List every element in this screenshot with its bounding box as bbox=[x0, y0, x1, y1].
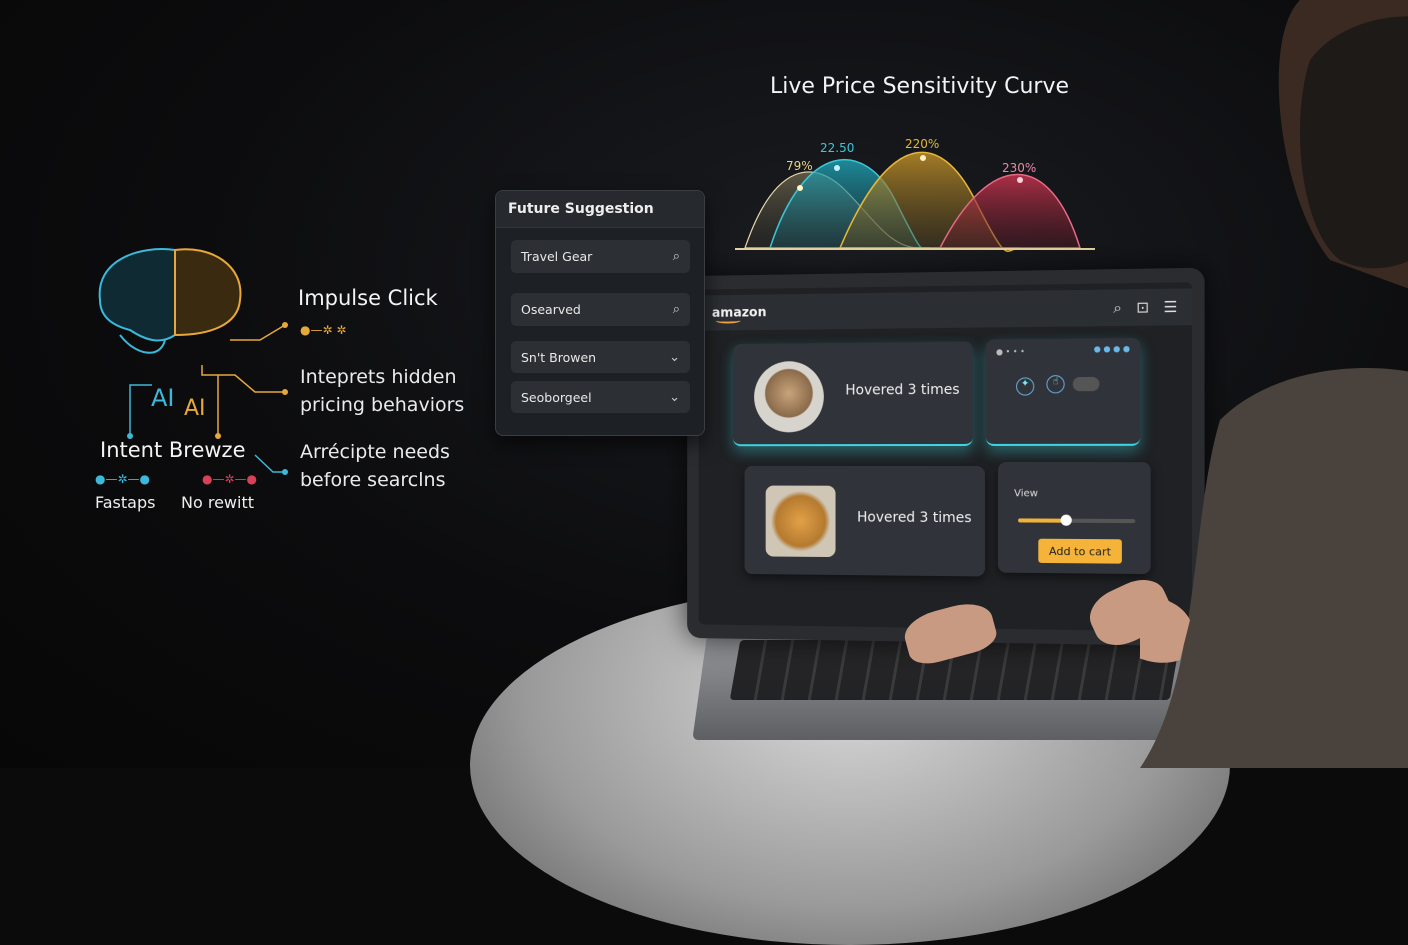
future-suggestion-panel: Future Suggestion Travel Gear ⌕ Osearved ⌕… bbox=[495, 190, 705, 436]
suggestion-dropdown[interactable]: Seoborgeel ⌄ bbox=[511, 381, 690, 413]
hover-count: Hovered 3 times bbox=[857, 509, 972, 527]
store-logo[interactable]: amazon bbox=[711, 301, 767, 324]
anticipate-text: Arrécipte needs before searclns bbox=[300, 438, 450, 494]
view-label: View bbox=[1014, 488, 1039, 500]
view-slider[interactable] bbox=[1018, 514, 1136, 526]
label-4: 230% bbox=[1002, 161, 1036, 175]
anticipate-line-2: before searclns bbox=[300, 469, 446, 491]
chart-title: Live Price Sensitivity Curve bbox=[770, 74, 1070, 99]
point-3 bbox=[920, 155, 926, 161]
search-icon[interactable]: ⌕ bbox=[673, 302, 680, 317]
label-3: 220% bbox=[905, 137, 939, 151]
hover-count: Hovered 3 times bbox=[845, 381, 960, 399]
slider-thumb[interactable] bbox=[1060, 514, 1072, 526]
person-silhouette bbox=[1140, 0, 1408, 768]
field-label: Travel Gear bbox=[521, 249, 593, 264]
chevron-down-icon[interactable]: ⌄ bbox=[669, 390, 680, 405]
suggestion-field[interactable]: Osearved ⌕ bbox=[511, 293, 690, 326]
pointer-icon[interactable]: ☝ bbox=[1046, 375, 1065, 394]
label-1: 79% bbox=[786, 159, 813, 173]
product-image bbox=[754, 360, 824, 433]
interprets-text: Inteprets hidden pricing behaviors bbox=[300, 363, 464, 419]
point-2 bbox=[834, 165, 840, 171]
toggle-switch[interactable] bbox=[1072, 376, 1100, 392]
price-curve-chart: 79% 22.50 220% 230% bbox=[735, 137, 1095, 252]
search-icon[interactable]: ⌕ bbox=[673, 249, 680, 264]
tap-connector-icon: ●—✲—● bbox=[95, 472, 150, 486]
spark-icon: ●—✲ ✲ bbox=[300, 323, 346, 337]
status-dots-icon: ● ● ● ● bbox=[1093, 344, 1131, 354]
interprets-line-1: Inteprets hidden bbox=[300, 366, 457, 388]
field-label: Sn't Browen bbox=[521, 349, 597, 365]
intent-heading: Intent Brewze bbox=[100, 438, 246, 462]
view-card: View Add to cart bbox=[997, 462, 1151, 575]
label-2: 22.50 bbox=[820, 141, 854, 155]
store-header: amazon ⌕ ⊡ ☰ bbox=[698, 288, 1193, 331]
sparkle-icon[interactable]: ✦ bbox=[1016, 377, 1035, 396]
slider-fill bbox=[1018, 518, 1065, 523]
fast-taps-label: Fastaps bbox=[95, 493, 156, 512]
widget-card: ● • • • ● ● ● ● ✦ ☝ bbox=[985, 337, 1141, 446]
field-label: Osearved bbox=[521, 302, 581, 317]
chevron-down-icon[interactable]: ⌄ bbox=[669, 350, 680, 365]
anticipate-line-1: Arrécipte needs bbox=[300, 441, 450, 463]
interprets-line-2: pricing behaviors bbox=[300, 394, 465, 416]
product-image bbox=[765, 485, 836, 558]
panel-title: Future Suggestion bbox=[496, 191, 704, 228]
product-card-2[interactable]: Hovered 3 times bbox=[744, 465, 985, 577]
search-icon[interactable]: ⌕ bbox=[1113, 299, 1122, 317]
field-label: Seoborgeel bbox=[521, 389, 592, 405]
logo-text: amazon bbox=[711, 305, 767, 321]
ai-label-blue: AI bbox=[151, 384, 175, 412]
pager-dots-icon: ● • • • bbox=[995, 347, 1025, 357]
point-4 bbox=[1017, 177, 1023, 183]
add-to-cart-button[interactable]: Add to cart bbox=[1038, 538, 1122, 564]
impulse-click-heading: Impulse Click bbox=[298, 286, 438, 310]
brain-icon bbox=[98, 248, 176, 342]
suggestion-dropdown[interactable]: Sn't Browen ⌄ bbox=[511, 341, 690, 373]
point-1 bbox=[797, 185, 803, 191]
suggestion-field[interactable]: Travel Gear ⌕ bbox=[511, 240, 690, 273]
no-rewrite-label: No rewitt bbox=[181, 493, 254, 512]
rewrite-connector-icon: ●—✲—● bbox=[202, 472, 257, 486]
ai-label-gold: AI bbox=[184, 396, 206, 421]
product-card-1[interactable]: Hovered 3 times bbox=[732, 341, 973, 447]
